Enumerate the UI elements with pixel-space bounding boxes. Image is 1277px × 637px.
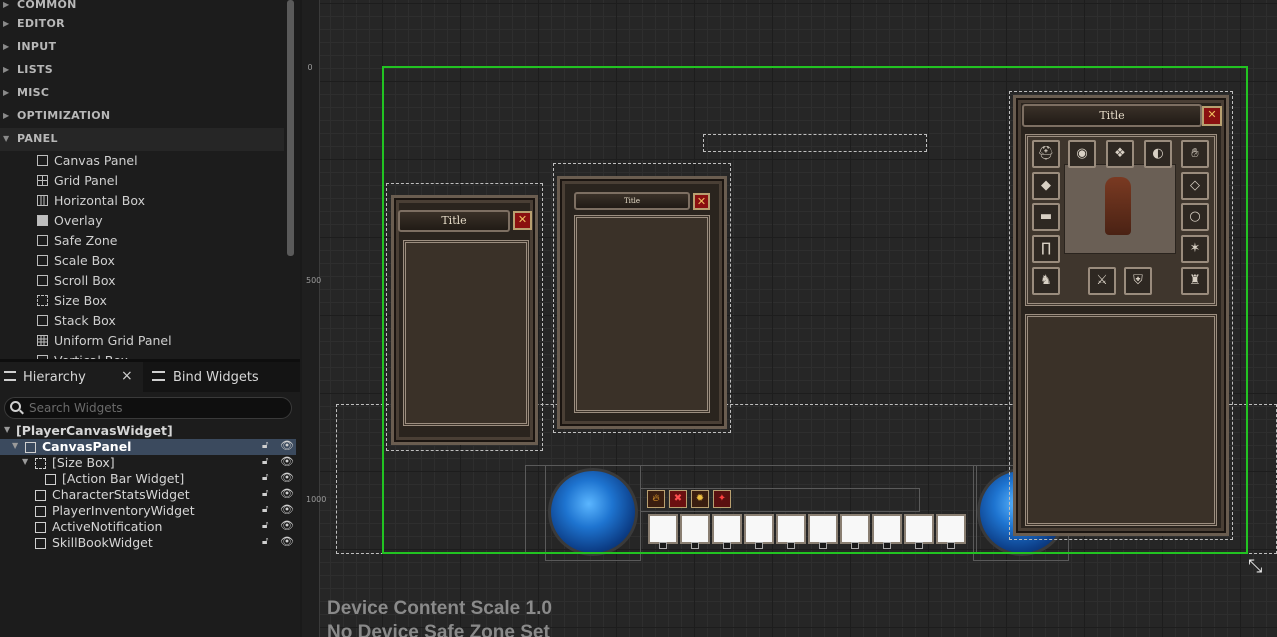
device-info: Device Content Scale 1.0 No Device Safe … [327,597,552,637]
lock-icon[interactable]: 🔓︎ [262,456,268,467]
tab-bind-widgets[interactable]: Bind Widgets [143,362,293,392]
widget-palette: ▶ COMMON ▶ EDITOR ▶ INPUT ▶ LISTS ▶ MISC ▶ OPT… [0,0,300,362]
chevron-right-icon: ▶ [3,65,10,74]
user-widget-icon [35,538,46,549]
eye-icon[interactable]: 👁︎ [280,487,294,500]
scroll-box-icon [37,275,48,286]
hierarchy-row-character-stats[interactable]: CharacterStatsWidget 🔓︎ 👁︎ [0,487,296,503]
hierarchy-row-player-inventory[interactable]: PlayerInventoryWidget 🔓︎ 👁︎ [0,503,296,519]
ruler-mark-0: 0 [307,63,313,72]
horizontal-box-icon [37,195,48,206]
user-widget-icon [35,522,46,533]
user-widget-icon [35,490,46,501]
hierarchy-row-skill-book[interactable]: SkillBookWidget 🔓︎ 👁︎ [0,535,296,551]
eye-icon[interactable]: 👁︎ [280,471,294,484]
palette-scrollbar[interactable] [287,0,294,256]
hierarchy-row-action-bar[interactable]: [Action Bar Widget] 🔓︎ 👁︎ [0,471,296,487]
safe-zone-icon [37,235,48,246]
palette-item-scroll-box[interactable]: Scroll Box [0,271,284,291]
user-widget-icon [45,474,56,485]
scale-box-icon [37,255,48,266]
hierarchy-row-active-notification[interactable]: ActiveNotification 🔓︎ 👁︎ [0,519,296,535]
ruler-mark-1000: 1000 [306,495,327,504]
palette-category-panel[interactable]: ▼ PANEL [0,128,284,151]
safe-zone-label: No Device Safe Zone Set [327,622,550,637]
palette-item-size-box[interactable]: Size Box [0,291,284,311]
palette-item-uniform-grid-panel[interactable]: Uniform Grid Panel [0,331,284,351]
palette-category-optimization[interactable]: ▶ OPTIMIZATION [0,105,284,128]
bind-widgets-icon [152,371,165,381]
chevron-right-icon: ▶ [3,111,10,120]
chevron-right-icon: ▶ [3,42,10,51]
palette-item-scale-box[interactable]: Scale Box [0,251,284,271]
user-widget-icon [35,506,46,517]
hierarchy-panel: Hierarchy × Bind Widgets ▼ [PlayerCanvas… [0,362,300,637]
chevron-down-icon: ▼ [12,441,19,450]
hierarchy-icon [4,371,16,381]
eye-icon[interactable]: 👁︎ [280,439,294,452]
palette-item-safe-zone[interactable]: Safe Zone [0,231,284,251]
palette-category-editor[interactable]: ▶ EDITOR [0,13,284,36]
uniform-grid-icon [37,335,48,346]
palette-item-stack-box[interactable]: Stack Box [0,311,284,331]
palette-item-grid-panel[interactable]: Grid Panel [0,171,284,191]
grid-panel-icon [37,175,48,186]
tab-hierarchy[interactable]: Hierarchy × [0,362,143,392]
eye-icon[interactable]: 👁︎ [280,519,294,532]
device-scale-label: Device Content Scale 1.0 [327,598,552,619]
size-box-icon [35,458,46,469]
resize-handle-icon[interactable]: ⤡ [1248,556,1262,577]
palette-category-input[interactable]: ▶ INPUT [0,36,284,59]
lock-icon[interactable]: 🔓︎ [262,520,268,531]
lock-icon[interactable]: 🔓︎ [262,440,268,451]
stack-box-icon [37,315,48,326]
lock-icon[interactable]: 🔓︎ [262,536,268,547]
hierarchy-row-root[interactable]: ▼ [PlayerCanvasWidget] [0,423,296,439]
eye-icon[interactable]: 👁︎ [280,455,294,468]
palette-category-misc[interactable]: ▶ MISC [0,82,284,105]
vertical-ruler: 0 500 1000 [302,0,327,637]
hierarchy-row-canvaspanel[interactable]: ▼ CanvasPanel 🔓︎ 👁︎ [0,439,296,455]
ruler-mark-500: 500 [306,276,322,285]
chevron-right-icon: ▶ [3,0,10,9]
canvas-outline [382,66,1248,554]
eye-icon[interactable]: 👁︎ [280,503,294,516]
search-input[interactable] [29,400,279,416]
chevron-right-icon: ▶ [3,19,10,28]
palette-item-horizontal-box[interactable]: Horizontal Box [0,191,284,211]
chevron-down-icon: ▼ [4,425,11,434]
chevron-down-icon: ▼ [22,457,29,466]
hierarchy-row-size-box[interactable]: ▼ [Size Box] 🔓︎ 👁︎ [0,455,296,471]
hierarchy-tab-bar: Hierarchy × Bind Widgets [0,362,300,392]
overlay-icon [37,215,48,226]
palette-item-canvas-panel[interactable]: Canvas Panel [0,151,284,171]
search-icon-handle [19,409,24,415]
palette-item-overlay[interactable]: Overlay [0,211,284,231]
size-box-icon [37,295,48,306]
lock-icon[interactable]: 🔓︎ [262,504,268,515]
chevron-right-icon: ▶ [3,88,10,97]
canvas-panel-icon [37,155,48,166]
eye-icon[interactable]: 👁︎ [280,535,294,548]
designer-viewport[interactable]: 0 500 1000 Title ✕ Title ✕ 🔥︎ ✖ ✹ ✦ Titl… [302,0,1277,637]
palette-category-lists[interactable]: ▶ LISTS [0,59,284,82]
lock-icon[interactable]: 🔓︎ [262,472,268,483]
canvas-panel-icon [25,442,36,453]
close-icon[interactable]: × [121,368,133,384]
lock-icon[interactable]: 🔓︎ [262,488,268,499]
chevron-down-icon: ▼ [3,134,10,143]
search-widgets-box [4,397,292,419]
